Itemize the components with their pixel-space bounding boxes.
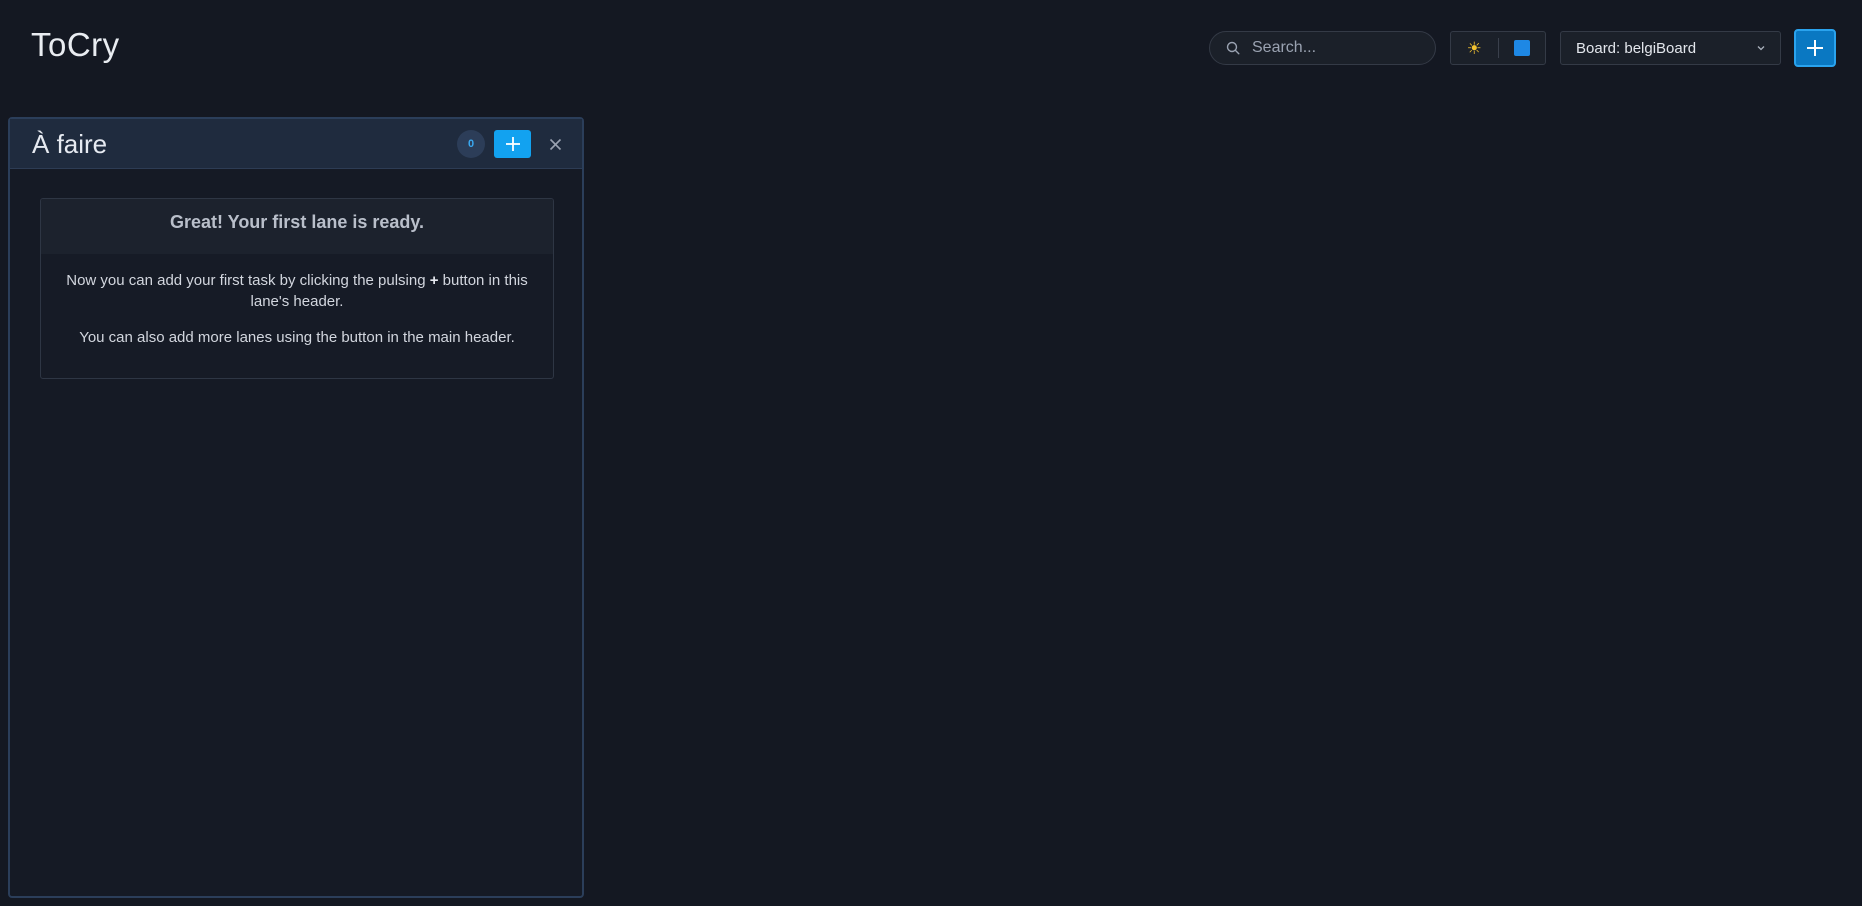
welcome-plus-symbol: + — [429, 272, 439, 289]
lane: À faire 0 Great! Your first lane is read… — [8, 117, 584, 898]
color-scheme-button[interactable] — [1498, 32, 1545, 64]
app-root: ToCry ☀ Board: belgiBoard — [0, 0, 1862, 906]
board-select-label: Board: belgiBoard — [1576, 39, 1697, 57]
plus-icon — [505, 137, 520, 151]
close-icon — [549, 138, 561, 150]
add-lane-button[interactable] — [1794, 29, 1836, 67]
search-icon — [1226, 41, 1240, 55]
chevron-down-icon — [1757, 46, 1765, 51]
color-swatch-icon — [1513, 40, 1530, 56]
task-count-badge: 0 — [457, 130, 485, 158]
welcome-instruction: Now you can add your first task by click… — [57, 270, 537, 312]
theme-controls: ☀ — [1450, 31, 1546, 65]
plus-icon — [1807, 40, 1823, 56]
welcome-body: Now you can add your first task by click… — [41, 254, 553, 348]
welcome-hint: You can also add more lanes using the bu… — [79, 329, 515, 346]
theme-toggle-button[interactable]: ☀ — [1451, 32, 1498, 64]
delete-lane-button[interactable] — [544, 133, 566, 155]
sun-icon: ☀ — [1466, 38, 1482, 58]
lane-header[interactable]: À faire 0 — [10, 119, 582, 169]
main-header: ToCry ☀ Board: belgiBoard — [0, 0, 1862, 96]
search-input[interactable] — [1252, 39, 1422, 57]
welcome-title: Great! Your first lane is ready. — [169, 212, 425, 232]
board-select[interactable]: Board: belgiBoard — [1560, 31, 1781, 65]
welcome-text-part: Now you can add your first task by click… — [66, 272, 430, 289]
add-task-button[interactable] — [494, 130, 531, 158]
app-title: ToCry — [31, 26, 120, 63]
search-box[interactable] — [1209, 31, 1436, 65]
lane-title[interactable]: À faire — [32, 129, 107, 160]
welcome-card: Great! Your first lane is ready. Now you… — [40, 198, 554, 379]
welcome-card-header: Great! Your first lane is ready. — [41, 199, 553, 254]
